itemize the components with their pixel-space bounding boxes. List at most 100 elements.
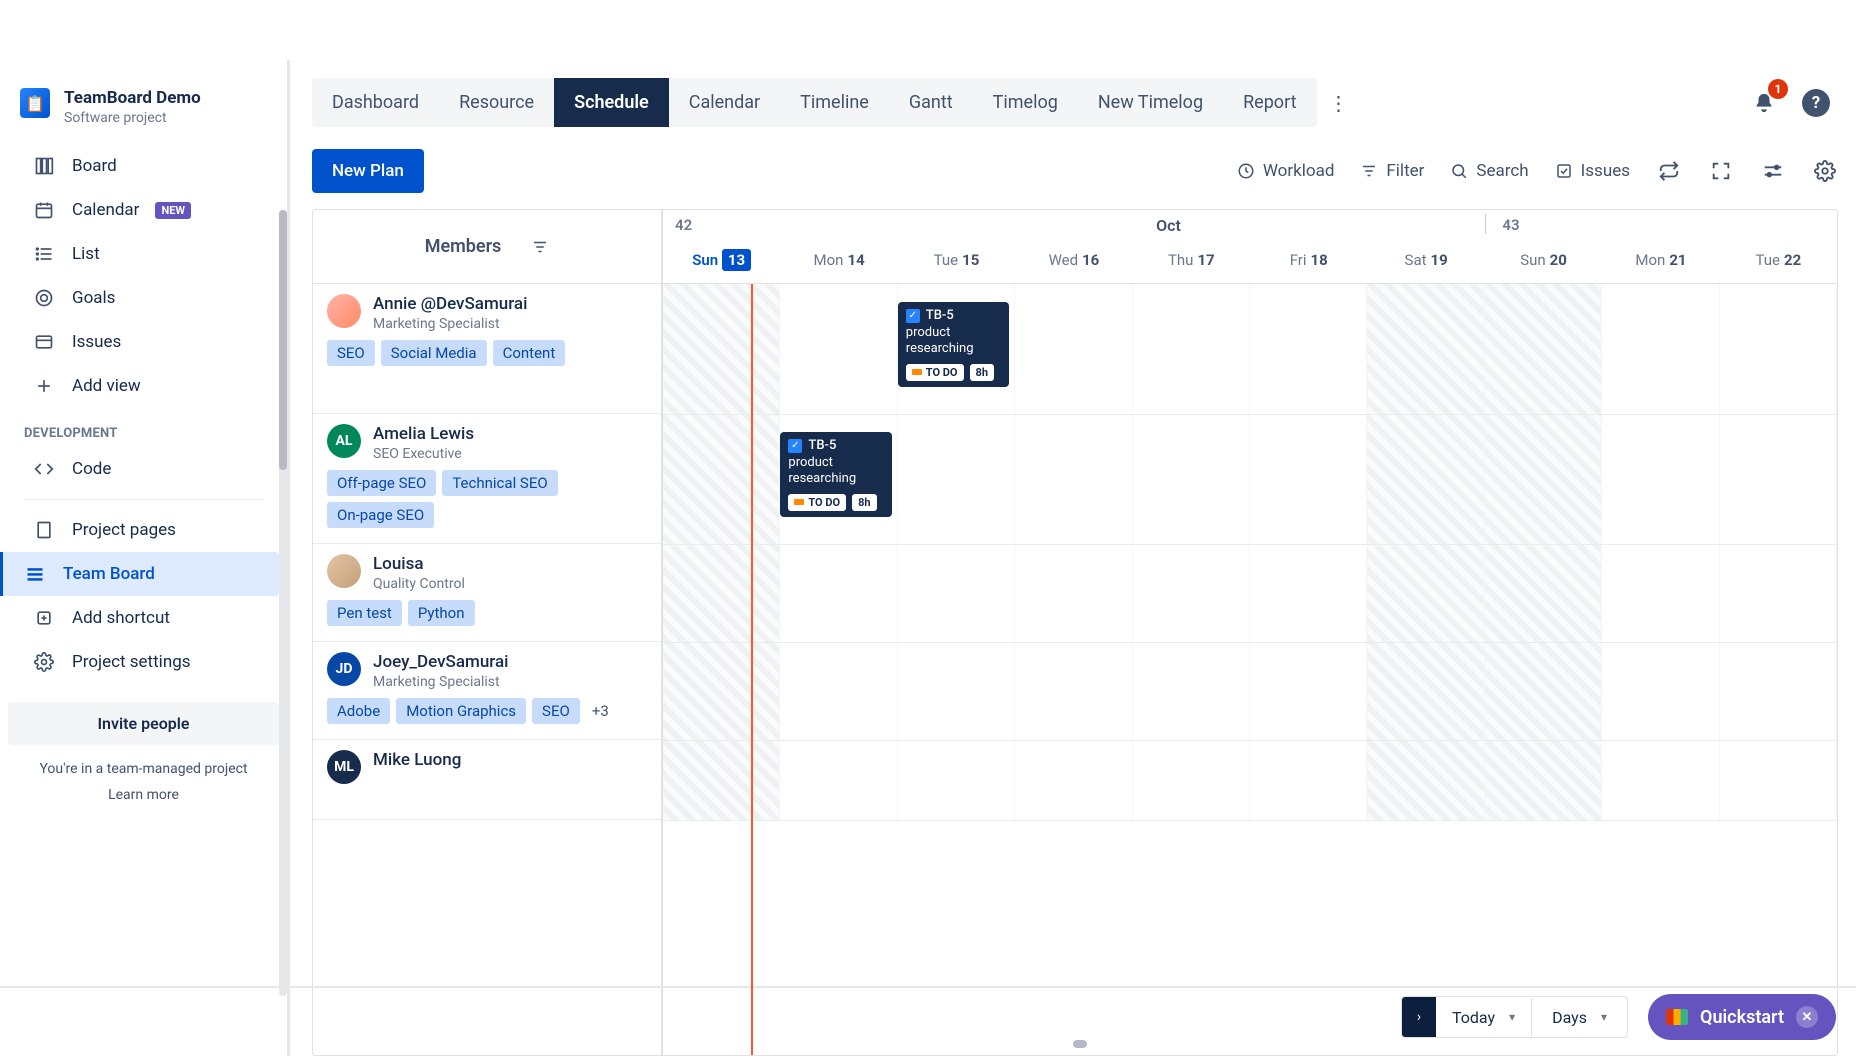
sidebar-item-code[interactable]: Code — [8, 447, 279, 491]
invite-people-button[interactable]: Invite people — [8, 702, 279, 745]
task-card[interactable]: ✓TB-5 product researching TO DO8h — [780, 432, 892, 517]
sliders-icon — [1762, 160, 1784, 182]
sidebar-item-label: Project settings — [72, 652, 191, 672]
member-role: SEO Executive — [373, 446, 474, 462]
filter-button[interactable]: Filter — [1360, 161, 1424, 181]
members-filter-button[interactable] — [531, 238, 549, 256]
sidebar-item-label: Issues — [72, 332, 121, 352]
sidebar-item-label: List — [72, 244, 100, 264]
nav-forward-button[interactable]: › — [1402, 997, 1436, 1037]
sliders-button[interactable] — [1760, 158, 1786, 184]
view-scale-dropdown[interactable]: Days▾ — [1531, 998, 1627, 1037]
member-row[interactable]: Louisa Quality Control Pen testPython — [313, 544, 661, 642]
sidebar-item-label: Team Board — [63, 564, 155, 584]
sync-button[interactable] — [1656, 158, 1682, 184]
workload-button[interactable]: Workload — [1237, 161, 1335, 181]
tab-resource[interactable]: Resource — [439, 78, 554, 127]
sidebar-item-calendar[interactable]: Calendar NEW — [8, 188, 279, 232]
member-name: Louisa — [373, 554, 465, 574]
avatar — [327, 294, 361, 328]
sidebar-item-label: Project pages — [72, 520, 176, 540]
today-dropdown[interactable]: Today▾ — [1436, 998, 1531, 1037]
row-divider — [663, 414, 1837, 415]
day-header[interactable]: Fri18 — [1250, 245, 1367, 283]
sidebar-item-project-pages[interactable]: Project pages — [8, 508, 279, 552]
member-tag-more[interactable]: +3 — [586, 698, 615, 724]
timeline-body[interactable]: ✓TB-5 product researching TO DO8h✓TB-5 p… — [663, 284, 1837, 820]
day-header[interactable]: Sat19 — [1367, 245, 1484, 283]
sidebar: 📋 TeamBoard Demo Software project Board … — [0, 60, 290, 1056]
row-divider — [663, 642, 1837, 643]
search-icon — [1450, 162, 1468, 180]
sidebar-item-goals[interactable]: Goals — [8, 276, 279, 320]
notification-badge: 1 — [1768, 79, 1788, 99]
day-header[interactable]: Sun20 — [1485, 245, 1602, 283]
timeline[interactable]: 42 Oct 43 Sun 13Mon14Tue15Wed16Thu17Fri1… — [663, 210, 1837, 1055]
avatar: JD — [327, 652, 361, 686]
tab-more-icon[interactable]: ⋮ — [1317, 81, 1361, 125]
sidebar-item-add-view[interactable]: Add view — [8, 364, 279, 408]
new-plan-button[interactable]: New Plan — [312, 149, 424, 193]
tab-calendar[interactable]: Calendar — [669, 78, 780, 127]
day-header[interactable]: Wed16 — [1015, 245, 1132, 283]
member-tag: Social Media — [381, 340, 487, 366]
row-divider — [663, 544, 1837, 545]
settings-button[interactable] — [1812, 158, 1838, 184]
tab-dashboard[interactable]: Dashboard — [312, 78, 439, 127]
day-header[interactable]: Sun 13 — [663, 245, 780, 283]
date-navigator: › Today▾ Days▾ — [1401, 996, 1628, 1038]
sidebar-item-list[interactable]: List — [8, 232, 279, 276]
team-board-icon — [23, 562, 47, 586]
quickstart-button[interactable]: Quickstart ✕ — [1648, 994, 1836, 1040]
tab-timelog[interactable]: Timelog — [973, 78, 1078, 127]
sidebar-item-team-board[interactable]: Team Board — [0, 552, 279, 596]
day-header[interactable]: Thu17 — [1133, 245, 1250, 283]
member-role: Marketing Specialist — [373, 674, 508, 690]
sidebar-item-label: Goals — [72, 288, 115, 308]
sidebar-item-add-shortcut[interactable]: Add shortcut — [8, 596, 279, 640]
fullscreen-button[interactable] — [1708, 158, 1734, 184]
sidebar-item-project-settings[interactable]: Project settings — [8, 640, 279, 684]
learn-more-link[interactable]: Learn more — [0, 783, 287, 807]
day-header[interactable]: Tue15 — [898, 245, 1015, 283]
member-name: Annie @DevSamurai — [373, 294, 527, 314]
day-header[interactable]: Tue22 — [1720, 245, 1837, 283]
tab-new-timelog[interactable]: New Timelog — [1078, 78, 1223, 127]
task-card[interactable]: ✓TB-5 product researching TO DO8h — [898, 302, 1010, 387]
week-separator — [1485, 214, 1486, 234]
today-line — [751, 284, 753, 1055]
chevron-down-icon: ▾ — [1509, 1010, 1515, 1024]
fullscreen-icon — [1710, 160, 1732, 182]
project-header: 📋 TeamBoard Demo Software project — [0, 78, 287, 144]
horizontal-scroll-thumb[interactable] — [1073, 1040, 1087, 1048]
avatar: AL — [327, 424, 361, 458]
notifications-button[interactable]: 1 — [1746, 85, 1782, 121]
day-header[interactable]: Mon14 — [780, 245, 897, 283]
member-row[interactable]: Annie @DevSamurai Marketing Specialist S… — [313, 284, 661, 414]
issues-button[interactable]: Issues — [1555, 161, 1630, 181]
search-button[interactable]: Search — [1450, 161, 1528, 181]
plus-icon — [32, 374, 56, 398]
help-button[interactable]: ? — [1802, 89, 1830, 117]
tab-gantt[interactable]: Gantt — [889, 78, 973, 127]
sidebar-item-issues[interactable]: Issues — [8, 320, 279, 364]
project-title: TeamBoard Demo — [64, 88, 201, 108]
member-row[interactable]: JD Joey_DevSamurai Marketing Specialist … — [313, 642, 661, 740]
sidebar-scrollbar[interactable] — [279, 210, 287, 996]
member-tags: Off-page SEOTechnical SEOOn-page SEO — [327, 470, 647, 528]
tab-schedule[interactable]: Schedule — [554, 78, 669, 127]
member-row[interactable]: ML Mike Luong — [313, 740, 661, 820]
close-icon[interactable]: ✕ — [1796, 1006, 1818, 1028]
board-icon — [32, 154, 56, 178]
tab-timeline[interactable]: Timeline — [780, 78, 889, 127]
member-row[interactable]: AL Amelia Lewis SEO Executive Off-page S… — [313, 414, 661, 544]
sidebar-item-board[interactable]: Board — [8, 144, 279, 188]
toolbar-label: Filter — [1386, 161, 1424, 181]
goals-icon — [32, 286, 56, 310]
members-header-label: Members — [425, 236, 502, 257]
member-name: Joey_DevSamurai — [373, 652, 508, 672]
day-header[interactable]: Mon21 — [1602, 245, 1719, 283]
tab-report[interactable]: Report — [1223, 78, 1316, 127]
sync-icon — [1658, 160, 1680, 182]
member-tags: AdobeMotion GraphicsSEO+3 — [327, 698, 647, 724]
